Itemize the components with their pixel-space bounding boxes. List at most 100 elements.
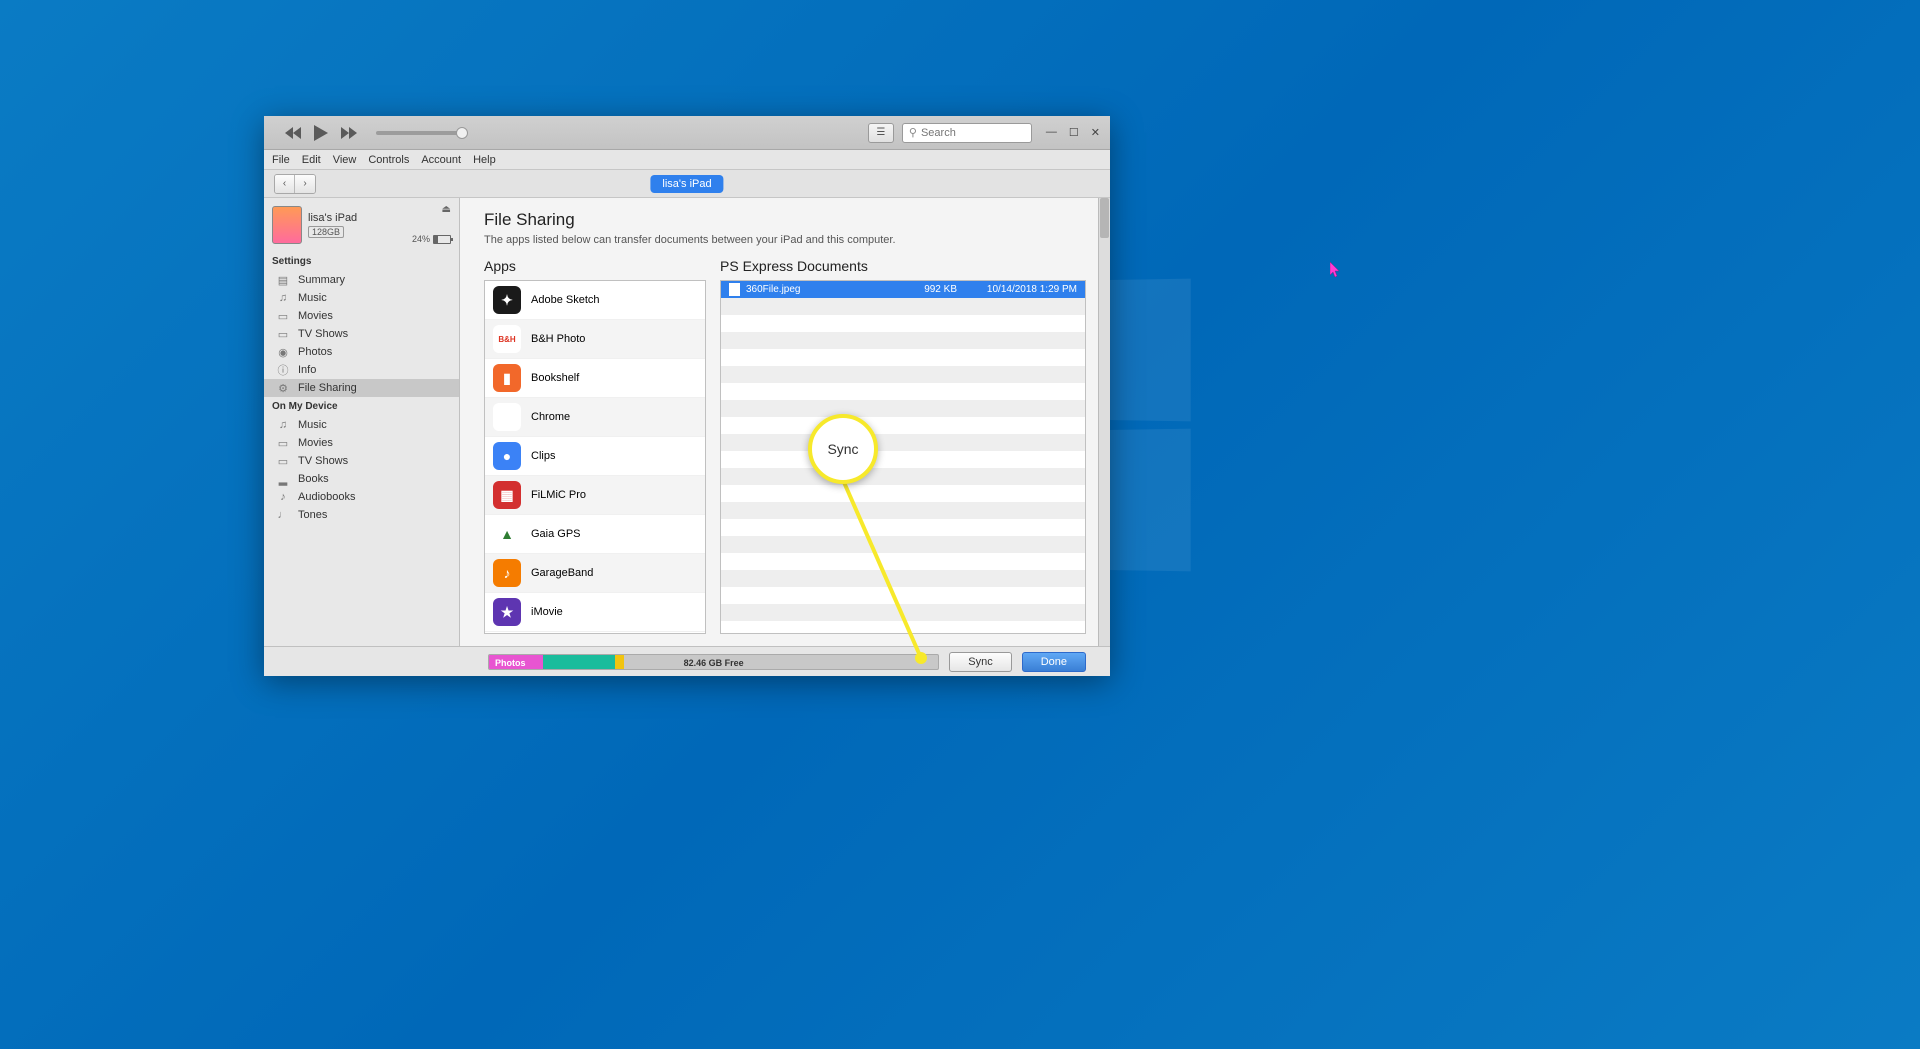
minimize-button[interactable]: — [1046, 126, 1057, 139]
sidebar-item-label: Summary [298, 274, 345, 286]
page-title: File Sharing [484, 210, 1086, 230]
sidebar-item-file-sharing[interactable]: ⚙ File Sharing [264, 379, 459, 397]
maximize-button[interactable]: ☐ [1069, 126, 1079, 139]
sidebar-item-icon: ▭ [276, 437, 290, 450]
file-row[interactable] [721, 468, 1085, 485]
sidebar-item-books[interactable]: ▂ Books [264, 470, 459, 488]
menu-bar: File Edit View Controls Account Help [264, 150, 1110, 170]
sidebar-item-tones[interactable]: ♩Tones [264, 506, 459, 524]
file-row[interactable] [721, 366, 1085, 383]
documents-list[interactable]: 360File.jpeg992 KB10/14/2018 1:29 PM [720, 280, 1086, 634]
sidebar-item-info[interactable]: ⓘInfo [264, 361, 459, 379]
list-view-button[interactable]: ☰ [868, 123, 894, 143]
menu-help[interactable]: Help [473, 154, 496, 166]
file-row[interactable] [721, 451, 1085, 468]
sidebar-item-icon: ♫ [276, 292, 290, 304]
file-row[interactable] [721, 417, 1085, 434]
search-input[interactable] [921, 127, 1011, 139]
menu-edit[interactable]: Edit [302, 154, 321, 166]
close-button[interactable]: ✕ [1091, 126, 1100, 139]
done-button[interactable]: Done [1022, 652, 1086, 672]
sidebar-item-icon: ♪ [276, 491, 290, 503]
volume-slider[interactable] [376, 131, 464, 135]
file-name: 360File.jpeg [746, 284, 800, 295]
play-button[interactable] [312, 124, 330, 142]
sidebar-item-icon: ▤ [276, 274, 290, 287]
sidebar-item-label: Photos [298, 346, 332, 358]
file-row[interactable] [721, 434, 1085, 451]
file-row[interactable] [721, 400, 1085, 417]
file-row[interactable]: 360File.jpeg992 KB10/14/2018 1:29 PM [721, 281, 1085, 298]
app-item-b-h-photo[interactable]: B&HB&H Photo [485, 320, 705, 359]
file-row[interactable] [721, 332, 1085, 349]
app-name: Bookshelf [531, 372, 579, 384]
search-field[interactable]: ⚲ [902, 123, 1032, 143]
device-pill[interactable]: lisa's iPad [650, 175, 723, 193]
search-icon: ⚲ [909, 126, 917, 139]
sidebar-item-icon: ◉ [276, 346, 290, 359]
app-item-filmic-pro[interactable]: ▦FiLMiC Pro [485, 476, 705, 515]
storage-photos-label: Photos [495, 655, 526, 670]
menu-controls[interactable]: Controls [368, 154, 409, 166]
file-icon [729, 283, 740, 296]
app-item-garageband[interactable]: ♪GarageBand [485, 554, 705, 593]
battery-icon [433, 235, 451, 244]
file-row[interactable] [721, 570, 1085, 587]
app-item-gaia-gps[interactable]: ▲Gaia GPS [485, 515, 705, 554]
sidebar-item-icon: ⚙ [276, 382, 290, 395]
sidebar-item-icon: ▭ [276, 310, 290, 323]
device-thumbnail-icon [272, 206, 302, 244]
app-item-adobe-sketch[interactable]: ✦ Adobe Sketch [485, 281, 705, 320]
storage-free-label: 82.46 GB Free [684, 655, 744, 670]
file-row[interactable] [721, 485, 1085, 502]
file-row[interactable] [721, 383, 1085, 400]
sidebar-item-music[interactable]: ♫Music [264, 289, 459, 307]
app-icon: ✦ [493, 286, 521, 314]
sidebar-item-movies[interactable]: ▭ Movies [264, 434, 459, 452]
file-row[interactable] [721, 502, 1085, 519]
sidebar-item-summary[interactable]: ▤ Summary [264, 271, 459, 289]
file-row[interactable] [721, 298, 1085, 315]
menu-file[interactable]: File [272, 154, 290, 166]
sidebar-item-music[interactable]: ♫Music [264, 416, 459, 434]
menu-view[interactable]: View [333, 154, 357, 166]
sidebar-item-label: File Sharing [298, 382, 357, 394]
app-item-imovie[interactable]: ★iMovie [485, 593, 705, 632]
file-row[interactable] [721, 536, 1085, 553]
sidebar-item-audiobooks[interactable]: ♪Audiobooks [264, 488, 459, 506]
sidebar-item-label: Movies [298, 437, 333, 449]
sidebar-item-tv-shows[interactable]: ▭TV Shows [264, 325, 459, 343]
sidebar-item-icon: ▂ [276, 473, 290, 486]
sidebar-item-tv-shows[interactable]: ▭TV Shows [264, 452, 459, 470]
nav-back-button[interactable]: ‹ [275, 175, 295, 193]
sidebar-item-photos[interactable]: ◉ Photos [264, 343, 459, 361]
footer: Photos 82.46 GB Free Sync Done [264, 646, 1110, 676]
sidebar-item-movies[interactable]: ▭Movies [264, 307, 459, 325]
file-row[interactable] [721, 587, 1085, 604]
app-item-bookshelf[interactable]: ▮Bookshelf [485, 359, 705, 398]
file-row[interactable] [721, 519, 1085, 536]
app-icon: ♪ [493, 559, 521, 587]
titlebar: ☰ ⚲ — ☐ ✕ [264, 116, 1110, 150]
file-row[interactable] [721, 604, 1085, 621]
previous-track-button[interactable] [284, 124, 302, 142]
eject-icon[interactable]: ⏏ [442, 204, 451, 215]
apps-list[interactable]: ✦ Adobe Sketch B&HB&H Photo▮Bookshelf◉Chro… [484, 280, 706, 634]
file-row[interactable] [721, 315, 1085, 332]
sidebar-item-label: Info [298, 364, 316, 376]
app-name: Adobe Sketch [531, 294, 600, 306]
documents-header: PS Express Documents [720, 258, 1086, 274]
file-row[interactable] [721, 349, 1085, 366]
next-track-button[interactable] [340, 124, 358, 142]
menu-account[interactable]: Account [421, 154, 461, 166]
file-row[interactable] [721, 553, 1085, 570]
sidebar-item-label: Books [298, 473, 329, 485]
app-item-chrome[interactable]: ◉Chrome [485, 398, 705, 437]
nav-forward-button[interactable]: › [295, 175, 315, 193]
app-item-clips[interactable]: ●Clips [485, 437, 705, 476]
app-name: iMovie [531, 606, 563, 618]
sync-button[interactable]: Sync [949, 652, 1011, 672]
scrollbar[interactable] [1098, 198, 1110, 646]
device-block[interactable]: lisa's iPad 128GB ⏏ 24% [264, 198, 459, 252]
app-name: Clips [531, 450, 555, 462]
